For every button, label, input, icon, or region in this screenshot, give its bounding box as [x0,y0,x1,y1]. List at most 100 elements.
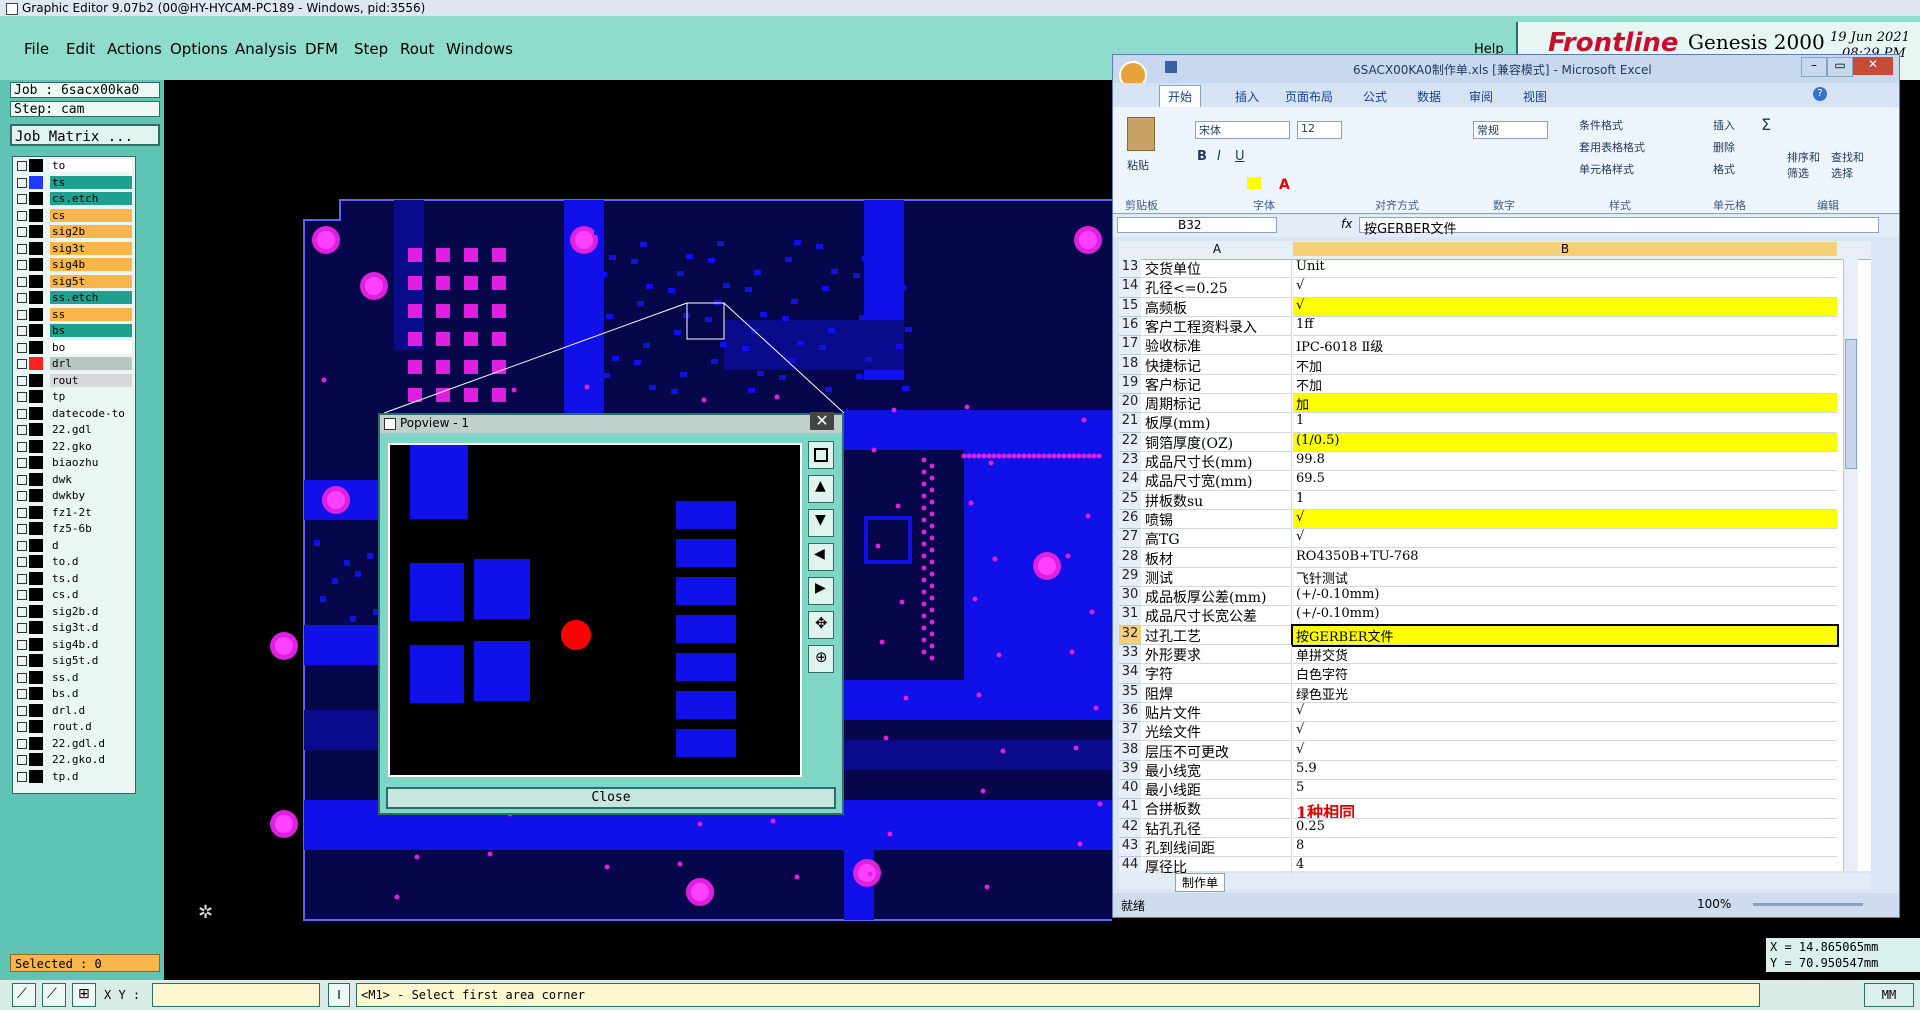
cell-b[interactable]: 单拼交货 [1293,645,1837,665]
row-header[interactable]: 43 [1119,838,1141,858]
row-header[interactable]: 18 [1119,355,1141,375]
cell-a[interactable]: 板材 [1142,548,1292,568]
layer-row[interactable]: 22.gko [14,439,132,453]
select-tool-button[interactable]: ⟋ [12,983,36,1007]
layer-row[interactable]: ss.etch [14,291,132,304]
help-icon[interactable]: ? [1813,87,1827,101]
cell-a[interactable]: 成品尺寸宽(mm) [1142,471,1292,491]
cell-a[interactable]: 高TG [1142,529,1292,549]
cell-a[interactable]: 验收标准 [1142,336,1292,356]
layer-checkbox[interactable] [17,491,27,501]
menu-edit[interactable]: Edit [66,40,95,58]
cell-a[interactable]: 贴片文件 [1142,702,1292,723]
pan-right-button[interactable]: ▶ [808,577,834,605]
layer-checkbox[interactable] [17,293,27,303]
cell-b[interactable]: √ [1293,297,1837,317]
units-label[interactable]: MM [1864,983,1914,1007]
layer-checkbox[interactable] [17,408,27,419]
layer-row[interactable]: 22.gko.d [14,753,132,766]
cell-a[interactable]: 周期标记 [1142,394,1292,414]
layer-checkbox[interactable] [17,755,27,765]
layer-row[interactable]: 22.gdl [14,423,132,436]
cell-b[interactable]: (1/0.5) [1293,432,1837,452]
layer-row[interactable]: sig4b [14,258,132,271]
row-header[interactable]: 39 [1119,760,1141,781]
layer-checkbox[interactable] [17,656,27,666]
row-header[interactable]: 26 [1119,509,1141,530]
row-header[interactable]: 22 [1119,432,1141,452]
underline-button[interactable]: U [1235,149,1245,164]
layer-row[interactable]: rout [14,373,132,387]
cell-b[interactable]: 99.8 [1293,452,1837,472]
menu-analysis[interactable]: Analysis [235,40,297,58]
cell-a[interactable]: 客户工程资料录入 [1142,316,1292,337]
job-matrix-button[interactable]: Job Matrix ... [10,124,160,146]
layer-row[interactable]: cs.d [14,588,132,601]
fill-color-icon[interactable] [1247,177,1261,189]
maximize-icon[interactable]: ▭ [1827,57,1853,77]
cell-b[interactable]: √ [1293,742,1837,761]
layer-checkbox[interactable] [17,623,27,633]
cell-b[interactable]: 1 [1293,491,1837,510]
layer-row[interactable]: tp.d [14,769,132,783]
layer-row[interactable]: ts [14,175,132,189]
table-format-button[interactable]: 套用表格格式 [1579,139,1645,155]
layer-row[interactable]: ts.d [14,571,132,585]
measure-tool-button[interactable]: ⟋ [42,983,66,1007]
cond-format-button[interactable]: 条件格式 [1579,117,1623,133]
cell-b[interactable]: 5 [1293,780,1837,800]
cell-a[interactable]: 交货单位 [1142,259,1292,279]
layer-row[interactable]: bo [14,340,132,354]
cell-b[interactable]: 不加 [1293,356,1837,375]
cell-a[interactable]: 层压不可更改 [1142,741,1292,761]
row-header[interactable]: 16 [1119,316,1141,337]
popview-close-icon[interactable]: ✕ [810,412,834,430]
zoom-slider[interactable] [1753,903,1863,906]
name-box[interactable]: B32 [1117,217,1277,233]
sum-icon[interactable]: Σ [1761,115,1771,134]
layer-checkbox[interactable] [17,771,27,782]
row-header[interactable]: 40 [1119,780,1141,800]
cell-b[interactable]: 69.5 [1293,471,1837,491]
row-header[interactable]: 42 [1119,818,1141,838]
layer-row[interactable]: sig3t [14,241,132,255]
layer-checkbox[interactable] [17,441,27,452]
row-header[interactable]: 27 [1119,529,1141,549]
layer-checkbox[interactable] [17,557,27,567]
cell-a[interactable]: 成品尺寸长宽公差 [1142,606,1292,626]
zoom-fit-button[interactable] [808,441,834,469]
layer-checkbox[interactable] [17,243,27,254]
row-header[interactable]: 19 [1119,374,1141,395]
cell-b[interactable]: √ [1293,529,1837,549]
layer-checkbox[interactable] [17,177,27,188]
row-header[interactable]: 31 [1119,606,1141,626]
menu-dfm[interactable]: DFM [305,40,338,58]
tab-page-layout[interactable]: 页面布局 [1285,88,1333,105]
layer-row[interactable]: drl.d [14,703,132,717]
row-header[interactable]: 33 [1119,645,1141,665]
tab-formulas[interactable]: 公式 [1363,88,1387,105]
layer-row[interactable]: sig5t.d [14,654,132,667]
zoom-out-button[interactable]: ⊕ [808,645,834,673]
row-header[interactable]: 36 [1119,702,1141,723]
cell-b[interactable]: 8 [1293,838,1837,858]
layer-checkbox[interactable] [17,227,27,237]
layer-checkbox[interactable] [17,161,27,171]
spreadsheet-grid[interactable]: A B 13 交货单位 Unit 14 孔径<=0.25 √ 15 高频板 √ 16 客户工程资料录… [1119,241,1871,877]
layer-checkbox[interactable] [17,672,27,683]
row-header[interactable]: 25 [1119,490,1141,510]
layer-row[interactable]: sig5t [14,274,132,288]
layer-checkbox[interactable] [17,309,27,320]
layer-checkbox[interactable] [17,738,27,749]
layer-checkbox[interactable] [17,606,27,617]
cell-b[interactable]: 按GERBER文件 [1291,623,1839,648]
cell-a[interactable]: 客户标记 [1142,374,1292,395]
layer-checkbox[interactable] [17,260,27,270]
column-header-a[interactable]: A [1142,242,1292,256]
cell-a[interactable]: 阻焊 [1142,683,1292,703]
cell-a[interactable]: 测试 [1142,567,1292,588]
layer-row[interactable]: ss.d [14,670,132,684]
cell-a[interactable]: 最小线距 [1142,780,1292,800]
cell-b[interactable]: 0.25 [1293,819,1837,838]
delete-cells-button[interactable]: 删除 [1713,139,1735,155]
